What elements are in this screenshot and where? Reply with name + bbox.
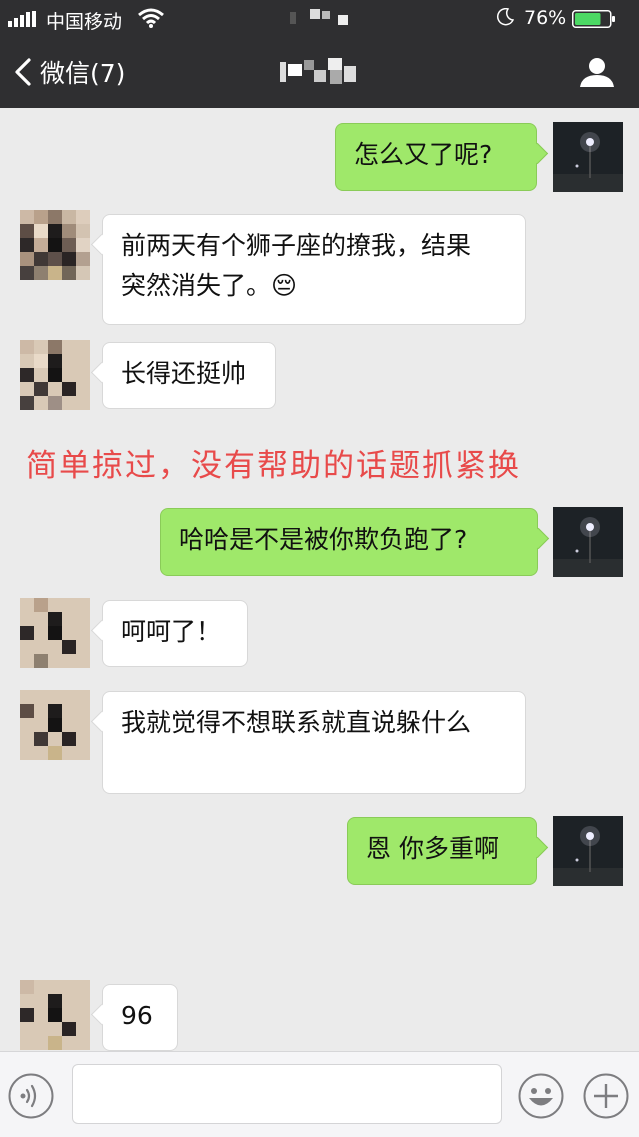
plus-icon[interactable] (583, 1073, 629, 1119)
emoji-icon[interactable] (518, 1073, 564, 1119)
chat-header: 微信(7) (0, 36, 639, 108)
message-list[interactable]: 怎么又了呢? 前两天有个狮子座的撩我，结果 突然消失了。😔 长得还挺帅 简单掠过… (0, 108, 639, 1051)
message-bubble-received[interactable]: 长得还挺帅 (102, 342, 276, 409)
message-bubble-received[interactable]: 我就觉得不想联系就直说躲什么 (102, 691, 526, 794)
voice-icon[interactable] (8, 1073, 54, 1119)
wifi-icon (138, 8, 164, 28)
carrier-label: 中国移动 (46, 11, 123, 33)
moon-icon (497, 8, 514, 26)
contact-avatar[interactable] (20, 980, 90, 1050)
back-label: 微信(7) (40, 59, 126, 88)
message-bubble-received[interactable]: 前两天有个狮子座的撩我，结果 突然消失了。😔 (102, 214, 526, 325)
obscured-status-title (290, 9, 348, 25)
signal-icon (8, 11, 36, 27)
message-text: 长得还挺帅 (121, 359, 247, 388)
my-avatar[interactable] (553, 122, 623, 192)
message-text: 恩 你多重啊 (366, 834, 499, 863)
message-text: 我就觉得不想联系就直说躲什么 (121, 708, 472, 737)
message-text-line: 前两天有个狮子座的撩我，结果 (121, 231, 472, 260)
contact-avatar[interactable] (20, 340, 90, 410)
chat-input-bar (0, 1051, 639, 1137)
message-bubble-sent[interactable]: 恩 你多重啊 (347, 817, 537, 885)
message-bubble-sent[interactable]: 怎么又了呢? (335, 123, 537, 191)
message-text: 96 (121, 1001, 153, 1030)
battery-icon (572, 10, 615, 28)
my-avatar[interactable] (553, 816, 623, 886)
battery-percent: 76% (524, 7, 567, 29)
message-text: 怎么又了呢? (354, 140, 493, 169)
back-chevron-icon (15, 58, 31, 86)
contact-avatar[interactable] (20, 210, 90, 280)
obscured-contact-name (280, 58, 356, 84)
message-input[interactable] (72, 1064, 502, 1124)
message-text: 呵呵了！ (121, 617, 222, 646)
contact-avatar[interactable] (20, 598, 90, 668)
message-text-line: 突然消失了。😔 (121, 271, 298, 300)
message-bubble-received[interactable]: 96 (102, 984, 178, 1051)
profile-icon[interactable] (578, 56, 616, 88)
contact-avatar[interactable] (20, 690, 90, 760)
annotation-text: 简单掠过，没有帮助的话题抓紧换 (26, 448, 521, 484)
message-bubble-received[interactable]: 呵呵了！ (102, 600, 248, 667)
status-bar: 中国移动 76% (0, 0, 639, 36)
back-button[interactable]: 微信(7) (12, 36, 125, 108)
message-text: 哈哈是不是被你欺负跑了? (179, 525, 468, 554)
my-avatar[interactable] (553, 507, 623, 577)
message-bubble-sent[interactable]: 哈哈是不是被你欺负跑了? (160, 508, 538, 576)
